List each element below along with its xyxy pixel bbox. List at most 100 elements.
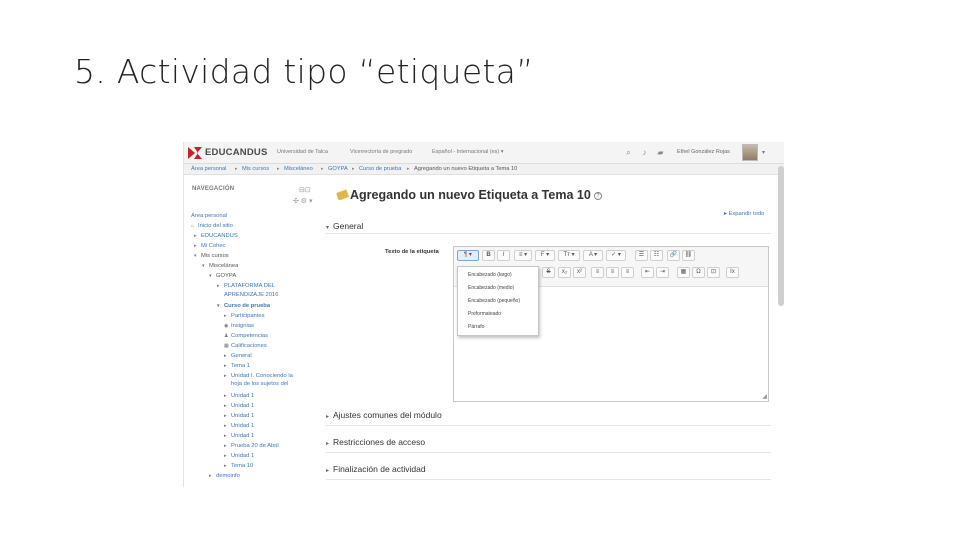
font-color-button[interactable]: A ▾ (583, 250, 603, 261)
search-icon[interactable]: ⌕ (624, 148, 633, 157)
avatar[interactable] (742, 144, 758, 161)
menu-item-heading-small[interactable]: Encabezado (pequeño) (468, 298, 520, 304)
sidebar-item[interactable]: ▦ Calificaciones (224, 343, 267, 350)
sidebar-item[interactable]: Área personal (191, 213, 227, 220)
menu-item-heading-large[interactable]: Encabezado (largo) (468, 272, 512, 278)
caret-right-icon: ▸ (224, 393, 227, 399)
menu-item-preformatted[interactable]: Preformateado (468, 311, 501, 317)
caret-right-icon: ▸ (224, 413, 227, 419)
divider (326, 452, 771, 453)
sidebar-item-label: Unidad 1 (231, 393, 255, 399)
sidebar-item[interactable]: ▾ Curso de prueba (217, 303, 270, 310)
bold-button[interactable]: B (482, 250, 495, 261)
breadcrumb-item[interactable]: Misceláneo (284, 166, 313, 172)
caret-right-icon: ▸ (194, 233, 197, 239)
superscript-button[interactable]: x² (573, 267, 586, 278)
caret-right-icon: ▸ (224, 433, 227, 439)
menu-item-heading-medium[interactable]: Encabezado (medio) (468, 285, 514, 291)
highlight-button[interactable]: ✓ ▾ (606, 250, 626, 261)
sidebar-item[interactable]: ⌂ Inicio del sitio (191, 223, 233, 230)
special-char-button[interactable]: Ω (692, 267, 705, 278)
section-restrictions[interactable]: ▸ Restricciones de acceso (326, 437, 425, 447)
sidebar-item[interactable]: ▸ Unidad 1 (224, 393, 254, 400)
breadcrumb-separator-icon: ▸ (352, 166, 355, 172)
section-completion[interactable]: ▸ Finalización de actividad (326, 464, 426, 474)
sidebar-item[interactable]: ◉ Insignias (224, 323, 254, 330)
bell-icon[interactable]: ♪ (640, 148, 649, 157)
sidebar-item[interactable]: ▸ Unidad 1 (224, 413, 254, 420)
sidebar-item-label: Unidad I. Conociendo la (231, 373, 293, 379)
expand-all-link[interactable]: ▸ Expandir todo (724, 211, 764, 217)
caret-right-icon: ▸ (209, 473, 212, 479)
breadcrumb-item[interactable]: Mis cursos (242, 166, 269, 172)
sidebar-item[interactable]: ▸ Participantes (224, 313, 265, 320)
caret-right-icon: ▸ (224, 423, 227, 429)
subscript-button[interactable]: x₂ (558, 267, 571, 278)
page-scrollbar[interactable] (778, 166, 784, 306)
sidebar-item[interactable]: ▸ Tema 10 (224, 463, 253, 470)
link-button[interactable]: 🔗 (667, 250, 680, 261)
breadcrumb-item[interactable]: Curso de prueba (359, 166, 401, 172)
gear-icon[interactable]: ✣ ⚙ ▾ (293, 197, 313, 205)
breadcrumb-item[interactable]: GOYPA (328, 166, 348, 172)
sidebar-item-label[interactable]: APRENDIZAJE 2016 (224, 292, 278, 299)
sidebar-item[interactable]: ▸ PLATAFORMA DEL (217, 283, 275, 290)
caret-right-icon: ▸ (224, 353, 227, 359)
sidebar-item[interactable]: ▸ Unidad I. Conociendo la (224, 373, 293, 380)
language-menu[interactable]: Español - Internacional (es) ▾ (432, 149, 504, 155)
caret-down-icon: ▾ (194, 253, 197, 259)
chat-icon[interactable]: ▰ (656, 148, 665, 157)
divider (326, 479, 771, 480)
dock-icon[interactable]: ⊟⊡ (299, 186, 311, 194)
equation-button[interactable]: ▦ (677, 267, 690, 278)
table-button[interactable]: ⊡ (707, 267, 720, 278)
user-name[interactable]: Ethel González Rojas (677, 149, 730, 155)
section-label: Finalización de actividad (333, 464, 426, 474)
italic-button[interactable]: I (497, 250, 510, 261)
breadcrumb-item[interactable]: Área personal (191, 166, 226, 172)
sidebar-item-label: Insignias (231, 323, 254, 329)
educandus-logo-icon[interactable] (187, 146, 203, 160)
sidebar-item-label: Calificaciones (231, 343, 267, 349)
menu-item-paragraph[interactable]: Párrafo (468, 324, 484, 330)
align-button[interactable]: ≡ ▾ (514, 250, 532, 261)
sidebar-item-label[interactable]: hoja de los sujetos del (231, 381, 288, 388)
resize-handle-icon[interactable]: ◢ (762, 393, 767, 400)
unlink-button[interactable]: ⛓ (682, 250, 695, 261)
help-icon[interactable]: ? (594, 192, 602, 200)
sidebar-item[interactable]: ▸ Tema 1 (224, 363, 250, 370)
sidebar-item-label: Unidad 1 (231, 423, 255, 429)
font-family-button[interactable]: F ▾ (535, 250, 555, 261)
indent-button[interactable]: ⇥ (656, 267, 669, 278)
section-module-settings[interactable]: ▸ Ajustes comunes del módulo (326, 410, 442, 420)
sidebar-item[interactable]: ▾ Miscelánea (202, 263, 238, 270)
outdent-button[interactable]: ⇤ (641, 267, 654, 278)
nav-link-university[interactable]: Universidad de Talca (277, 149, 328, 155)
numbered-list-button[interactable]: ☷ (650, 250, 663, 261)
chevron-down-icon[interactable]: ▾ (762, 149, 765, 156)
sidebar-item[interactable]: ▾ GOYPA (209, 273, 236, 280)
sidebar-item[interactable]: ▸ Mi Cohec (194, 243, 225, 250)
align-center-button[interactable]: ≡ (606, 267, 619, 278)
brand-name[interactable]: EDUCANDUS (205, 147, 268, 158)
sidebar-item[interactable]: ♟ Competencias (224, 333, 268, 340)
sidebar-item[interactable]: ▸ Prueba 20 de Abril (224, 443, 279, 450)
caret-right-icon: ▸ (224, 363, 227, 369)
sidebar-item[interactable]: ▾ Mis cursos (194, 253, 229, 260)
bullet-list-button[interactable]: ☰ (635, 250, 648, 261)
sidebar-item[interactable]: ▸ General (224, 353, 252, 360)
section-general[interactable]: ▾ General (326, 221, 363, 231)
sidebar-item[interactable]: ▸ Unidad 1 (224, 453, 254, 460)
paragraph-style-button[interactable]: ¶ ▾ (457, 250, 479, 261)
strikethrough-button[interactable]: S (542, 267, 555, 278)
font-size-button[interactable]: Tт ▾ (558, 250, 580, 261)
sidebar-item[interactable]: ▸ EDUCANDUS (194, 233, 238, 240)
sidebar-item[interactable]: ▸ Unidad 1 (224, 403, 254, 410)
sidebar-item[interactable]: ▸ demoinfo (209, 473, 240, 480)
clear-formatting-button[interactable]: Ix (726, 267, 739, 278)
sidebar-item[interactable]: ▸ Unidad 1 (224, 433, 254, 440)
align-left-button[interactable]: ≡ (591, 267, 604, 278)
nav-link-vicerrectoria[interactable]: Vicerrectoría de pregrado (350, 149, 412, 155)
sidebar-item[interactable]: ▸ Unidad 1 (224, 423, 254, 430)
align-right-button[interactable]: ≡ (621, 267, 634, 278)
